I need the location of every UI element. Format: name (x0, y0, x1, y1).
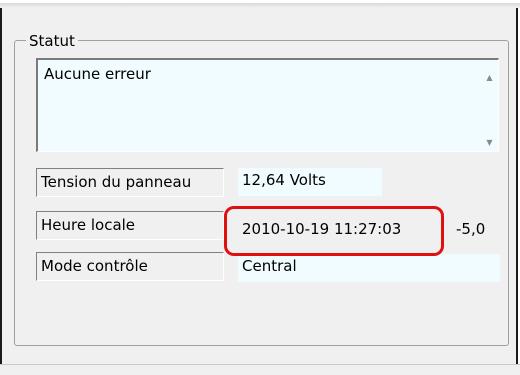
highlight-annotation (224, 206, 444, 256)
scroll-up-icon[interactable]: ▲ (481, 73, 498, 82)
mode-value: Central (238, 254, 500, 282)
tension-label: Tension du panneau (36, 168, 224, 197)
status-message: Aucune erreur (44, 65, 151, 83)
tension-value: 12,64 Volts (238, 168, 382, 196)
scroll-down-icon[interactable]: ▼ (481, 138, 498, 147)
window-top-edge (0, 0, 520, 8)
heure-offset-value: -5,0 (456, 220, 486, 238)
heure-label: Heure locale (36, 211, 224, 240)
window-bottom-edge (0, 364, 520, 375)
group-title: Statut (26, 32, 78, 50)
mode-label: Mode contrôle (36, 252, 224, 281)
status-scrollbar[interactable]: ▲ ▼ (481, 60, 498, 151)
status-message-box[interactable]: Aucune erreur ▲ ▼ (36, 58, 499, 152)
